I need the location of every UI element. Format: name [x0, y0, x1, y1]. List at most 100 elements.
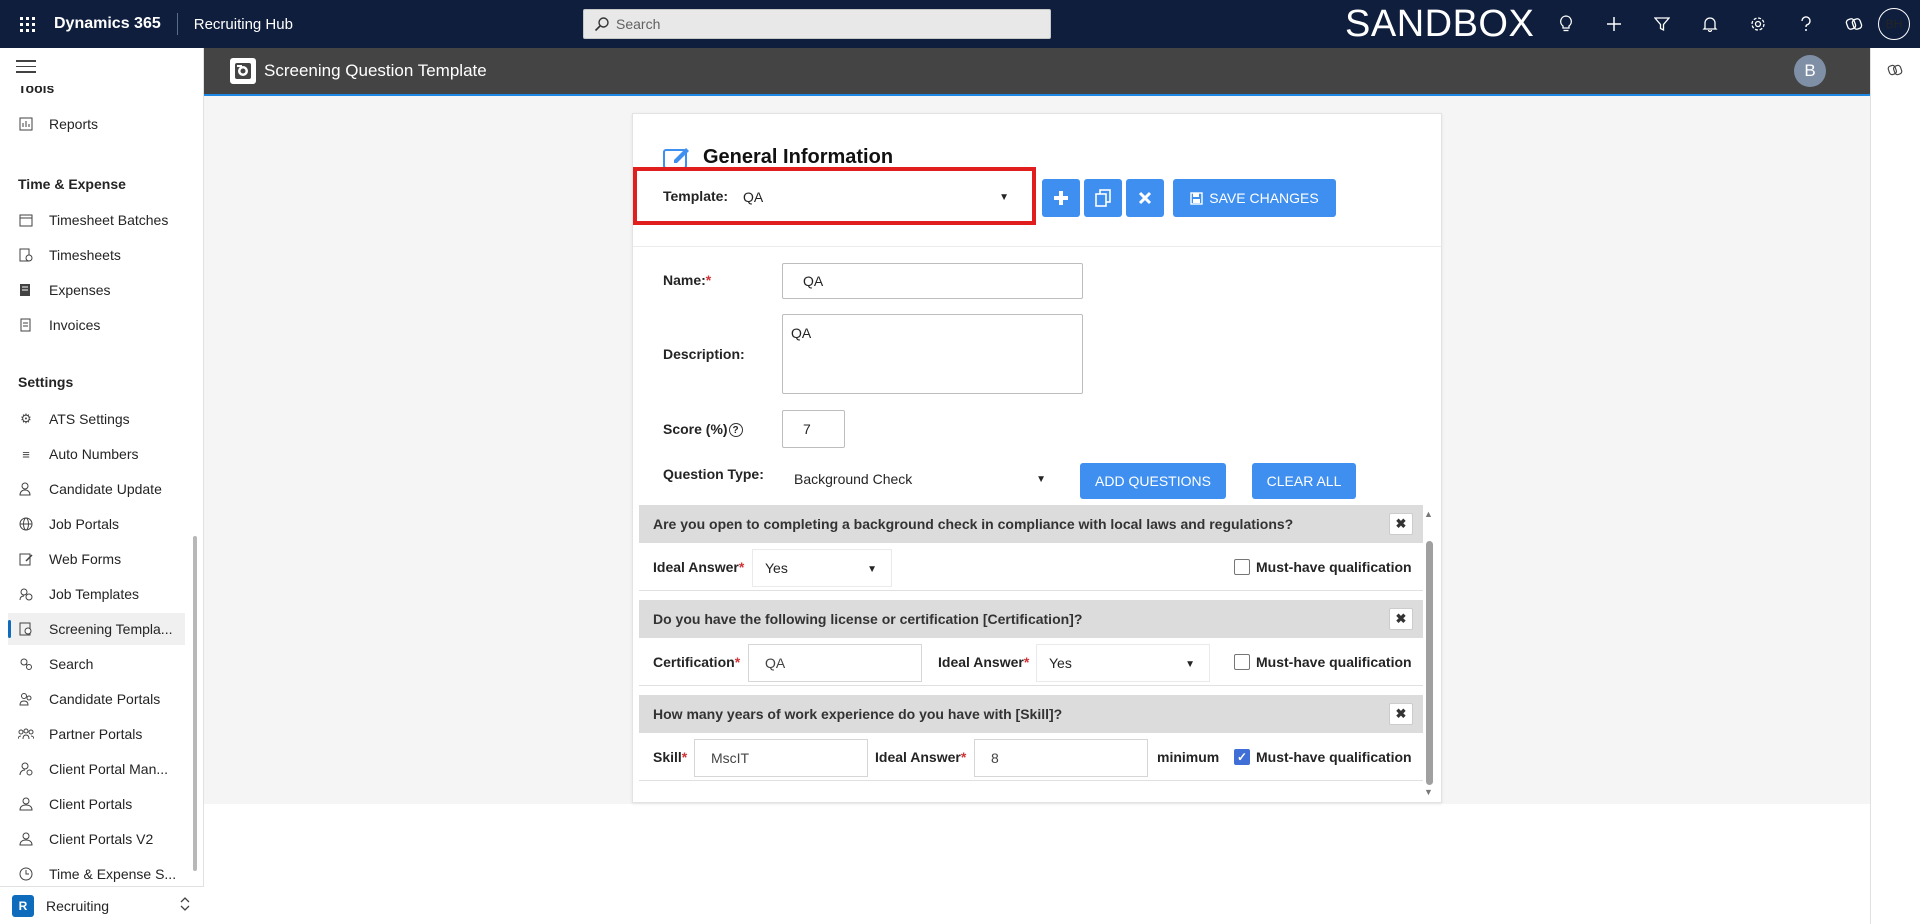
- globe-icon: [18, 516, 34, 532]
- scroll-up-arrow-icon[interactable]: ▲: [1424, 509, 1433, 519]
- sidebar-item-label: Candidate Update: [49, 481, 162, 497]
- lightbulb-icon[interactable]: [1542, 0, 1590, 48]
- question-header: Are you open to completing a background …: [639, 505, 1423, 543]
- reports-icon: [18, 116, 34, 132]
- sidebar-item-client-portal-management[interactable]: Client Portal Man...: [8, 753, 185, 785]
- area-badge: R: [12, 894, 34, 917]
- sidebar-item-job-templates[interactable]: Job Templates: [8, 578, 185, 610]
- must-have-label: Must-have qualification: [1256, 749, 1412, 765]
- ideal-answer-label: Ideal Answer*: [938, 654, 1030, 670]
- question-header: How many years of work experience do you…: [639, 695, 1423, 733]
- ideal-answer-value: Yes: [765, 560, 788, 576]
- minimum-label: minimum: [1157, 749, 1220, 765]
- sidebar-item-client-portals[interactable]: Client Portals: [8, 788, 185, 820]
- clear-all-button[interactable]: CLEAR ALL: [1252, 463, 1356, 499]
- user-avatar[interactable]: BH: [1878, 8, 1910, 40]
- caret-down-icon: ▼: [1185, 659, 1195, 670]
- sidebar-item-auto-numbers[interactable]: ≡ Auto Numbers: [8, 438, 185, 470]
- remove-question-button[interactable]: ✖: [1389, 608, 1413, 630]
- sidebar-item-label: Search: [49, 656, 94, 672]
- sidebar-scrollbar[interactable]: [193, 536, 197, 871]
- checkbox-unchecked[interactable]: [1234, 559, 1250, 575]
- sidebar-item-search[interactable]: Search: [8, 648, 185, 680]
- must-have-checkbox[interactable]: ✓ Must-have qualification: [1234, 749, 1412, 765]
- sidebar-item-label: Partner Portals: [49, 726, 143, 742]
- sidebar-item-invoices[interactable]: Invoices: [8, 309, 185, 341]
- description-label: Description:: [663, 346, 745, 362]
- ideal-answer-label: Ideal Answer*: [875, 749, 967, 765]
- sidebar-item-candidate-update[interactable]: Candidate Update: [8, 473, 185, 505]
- remove-question-button[interactable]: ✖: [1389, 513, 1413, 535]
- name-input[interactable]: QA: [782, 263, 1083, 299]
- scroll-down-arrow-icon[interactable]: ▼: [1424, 787, 1433, 797]
- delete-template-button[interactable]: [1126, 179, 1164, 217]
- hamburger-menu-icon[interactable]: [16, 60, 36, 74]
- sidebar-item-ats-settings[interactable]: ⚙ ATS Settings: [8, 403, 185, 435]
- sidebar-item-client-portals-v2[interactable]: Client Portals V2: [8, 823, 185, 855]
- sidebar-item-job-portals[interactable]: Job Portals: [8, 508, 185, 540]
- checkbox-unchecked[interactable]: [1234, 654, 1250, 670]
- sidebar-item-label: Timesheet Batches: [49, 212, 169, 228]
- description-textarea[interactable]: QA: [782, 314, 1083, 394]
- name-label: Name:*: [663, 272, 712, 288]
- sidebar-group-time-expense: Time & Expense: [18, 176, 126, 192]
- ideal-answer-input[interactable]: 8: [974, 739, 1148, 777]
- copilot-icon[interactable]: [1887, 62, 1903, 83]
- sidebar-item-expenses[interactable]: Expenses: [8, 274, 185, 306]
- scroll-thumb[interactable]: [1426, 541, 1433, 785]
- sidebar-item-timesheets[interactable]: Timesheets: [8, 239, 185, 271]
- app-launcher-icon[interactable]: [0, 0, 54, 48]
- settings-gear-icon[interactable]: [1734, 0, 1782, 48]
- close-icon: [1138, 191, 1152, 205]
- question-item: How many years of work experience do you…: [639, 695, 1423, 781]
- chevron-up-down-icon: [180, 897, 190, 914]
- app-name[interactable]: Recruiting Hub: [178, 16, 293, 33]
- sidebar-item-label: Job Portals: [49, 516, 120, 532]
- skill-label: Skill*: [653, 749, 688, 765]
- bell-icon[interactable]: [1686, 0, 1734, 48]
- remove-question-button[interactable]: ✖: [1389, 703, 1413, 725]
- close-icon: ✖: [1395, 706, 1407, 721]
- search-icon: [594, 17, 609, 32]
- must-have-checkbox[interactable]: Must-have qualification: [1234, 559, 1412, 575]
- ideal-answer-select[interactable]: Yes ▼: [1036, 644, 1210, 682]
- sidebar-item-candidate-portals[interactable]: Candidate Portals: [8, 683, 185, 715]
- skill-input[interactable]: MscIT: [694, 739, 868, 777]
- question-item: Are you open to completing a background …: [639, 505, 1423, 591]
- brand-name[interactable]: Dynamics 365: [54, 13, 178, 35]
- add-icon[interactable]: [1590, 0, 1638, 48]
- help-icon[interactable]: [1782, 0, 1830, 48]
- score-input[interactable]: 7: [782, 410, 845, 448]
- sidebar-item-reports[interactable]: Reports: [8, 108, 185, 140]
- copy-template-button[interactable]: [1084, 179, 1122, 217]
- sidebar-item-timesheet-batches[interactable]: Timesheet Batches: [8, 204, 185, 236]
- certification-input[interactable]: QA: [748, 644, 922, 682]
- must-have-checkbox[interactable]: Must-have qualification: [1234, 654, 1412, 670]
- caret-down-icon: ▼: [999, 192, 1009, 203]
- save-changes-button[interactable]: SAVE CHANGES: [1173, 179, 1336, 217]
- question-body: Skill* MscIT Ideal Answer* 8 minimum ✓ M…: [639, 733, 1423, 781]
- sidebar-item-web-forms[interactable]: Web Forms: [8, 543, 185, 575]
- add-questions-button[interactable]: ADD QUESTIONS: [1080, 463, 1226, 499]
- caret-down-icon: ▼: [867, 564, 877, 575]
- filter-icon[interactable]: [1638, 0, 1686, 48]
- avatar[interactable]: B: [1794, 55, 1826, 87]
- copilot-icon[interactable]: [1830, 0, 1878, 48]
- add-template-button[interactable]: [1042, 179, 1080, 217]
- question-header: Do you have the following license or cer…: [639, 600, 1423, 638]
- sidebar-group-tools: Tools: [18, 86, 55, 96]
- question-type-select[interactable]: Background Check ▼: [782, 459, 1062, 499]
- sidebar-item-partner-portals[interactable]: Partner Portals: [8, 718, 185, 750]
- person-icon: [18, 796, 34, 812]
- template-select[interactable]: QA ▼: [743, 182, 1023, 212]
- question-item: Do you have the following license or cer…: [639, 600, 1423, 686]
- ideal-answer-select[interactable]: Yes ▼: [752, 549, 892, 587]
- checkbox-checked-icon[interactable]: ✓: [1234, 749, 1250, 765]
- global-search-input[interactable]: Search: [583, 9, 1051, 39]
- area-switcher[interactable]: R Recruiting: [0, 886, 204, 924]
- help-icon[interactable]: ?: [728, 423, 743, 438]
- sidebar-item-label: Client Portals: [49, 796, 133, 812]
- question-list-scrollbar[interactable]: ▲ ▼: [1423, 505, 1437, 799]
- sidebar-item-screening-templates[interactable]: Screening Templa...: [8, 613, 185, 645]
- clock-icon: [18, 866, 34, 882]
